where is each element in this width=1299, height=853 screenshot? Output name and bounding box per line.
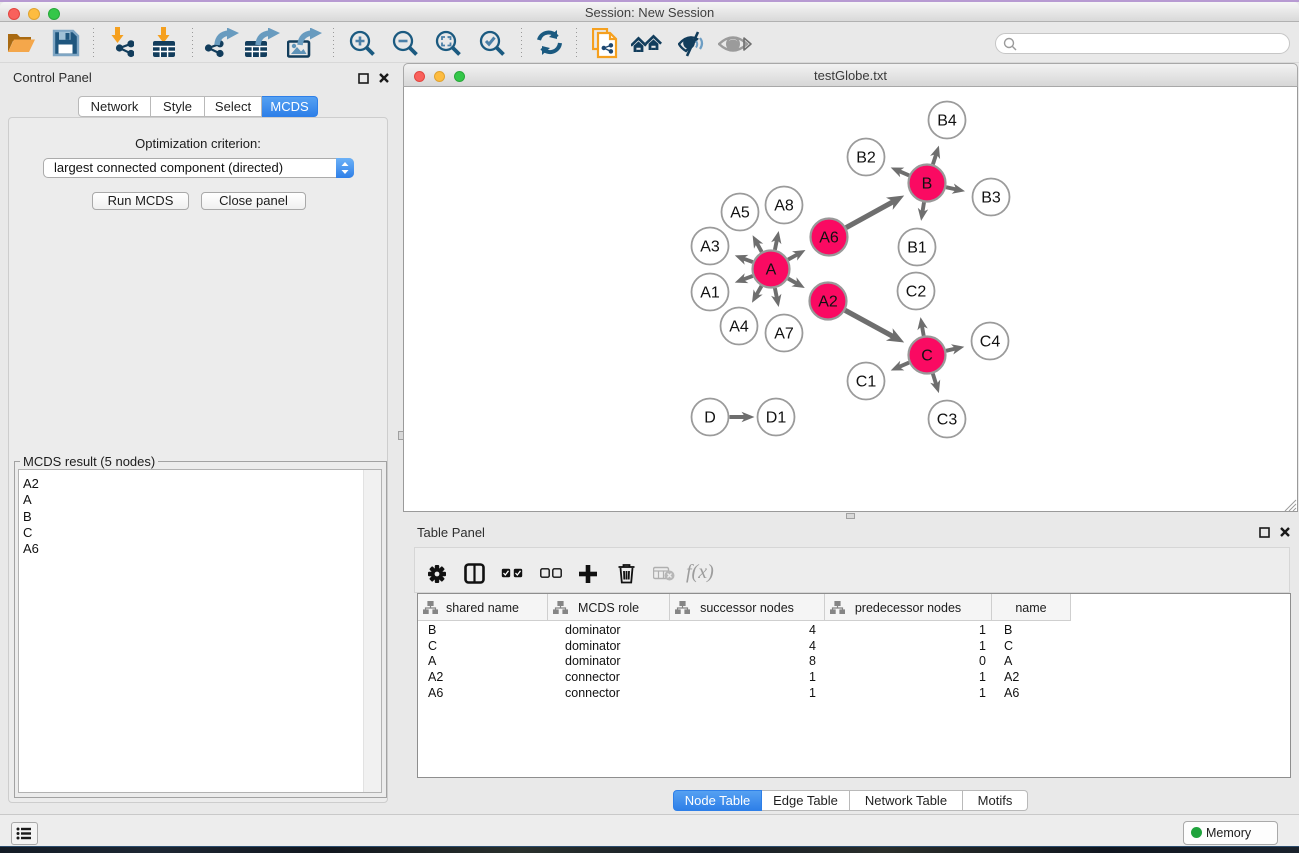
svg-text:B1: B1 [907, 239, 927, 256]
svg-text:C1: C1 [856, 373, 877, 390]
svg-text:A1: A1 [700, 284, 720, 301]
svg-text:A3: A3 [700, 238, 720, 255]
svg-text:A8: A8 [774, 197, 794, 214]
svg-text:C2: C2 [906, 283, 927, 300]
svg-text:A2: A2 [818, 293, 838, 310]
svg-text:B2: B2 [856, 149, 876, 166]
svg-text:B: B [922, 175, 933, 192]
svg-text:A4: A4 [729, 318, 749, 335]
svg-text:B4: B4 [937, 112, 957, 129]
svg-text:A6: A6 [819, 229, 839, 246]
svg-text:A7: A7 [774, 325, 794, 342]
svg-text:A: A [766, 261, 777, 278]
svg-text:C4: C4 [980, 333, 1001, 350]
svg-text:A5: A5 [730, 204, 750, 221]
svg-text:B3: B3 [981, 189, 1001, 206]
svg-text:C3: C3 [937, 411, 958, 428]
svg-text:C: C [921, 347, 933, 364]
svg-text:D: D [704, 409, 716, 426]
svg-text:D1: D1 [766, 409, 787, 426]
